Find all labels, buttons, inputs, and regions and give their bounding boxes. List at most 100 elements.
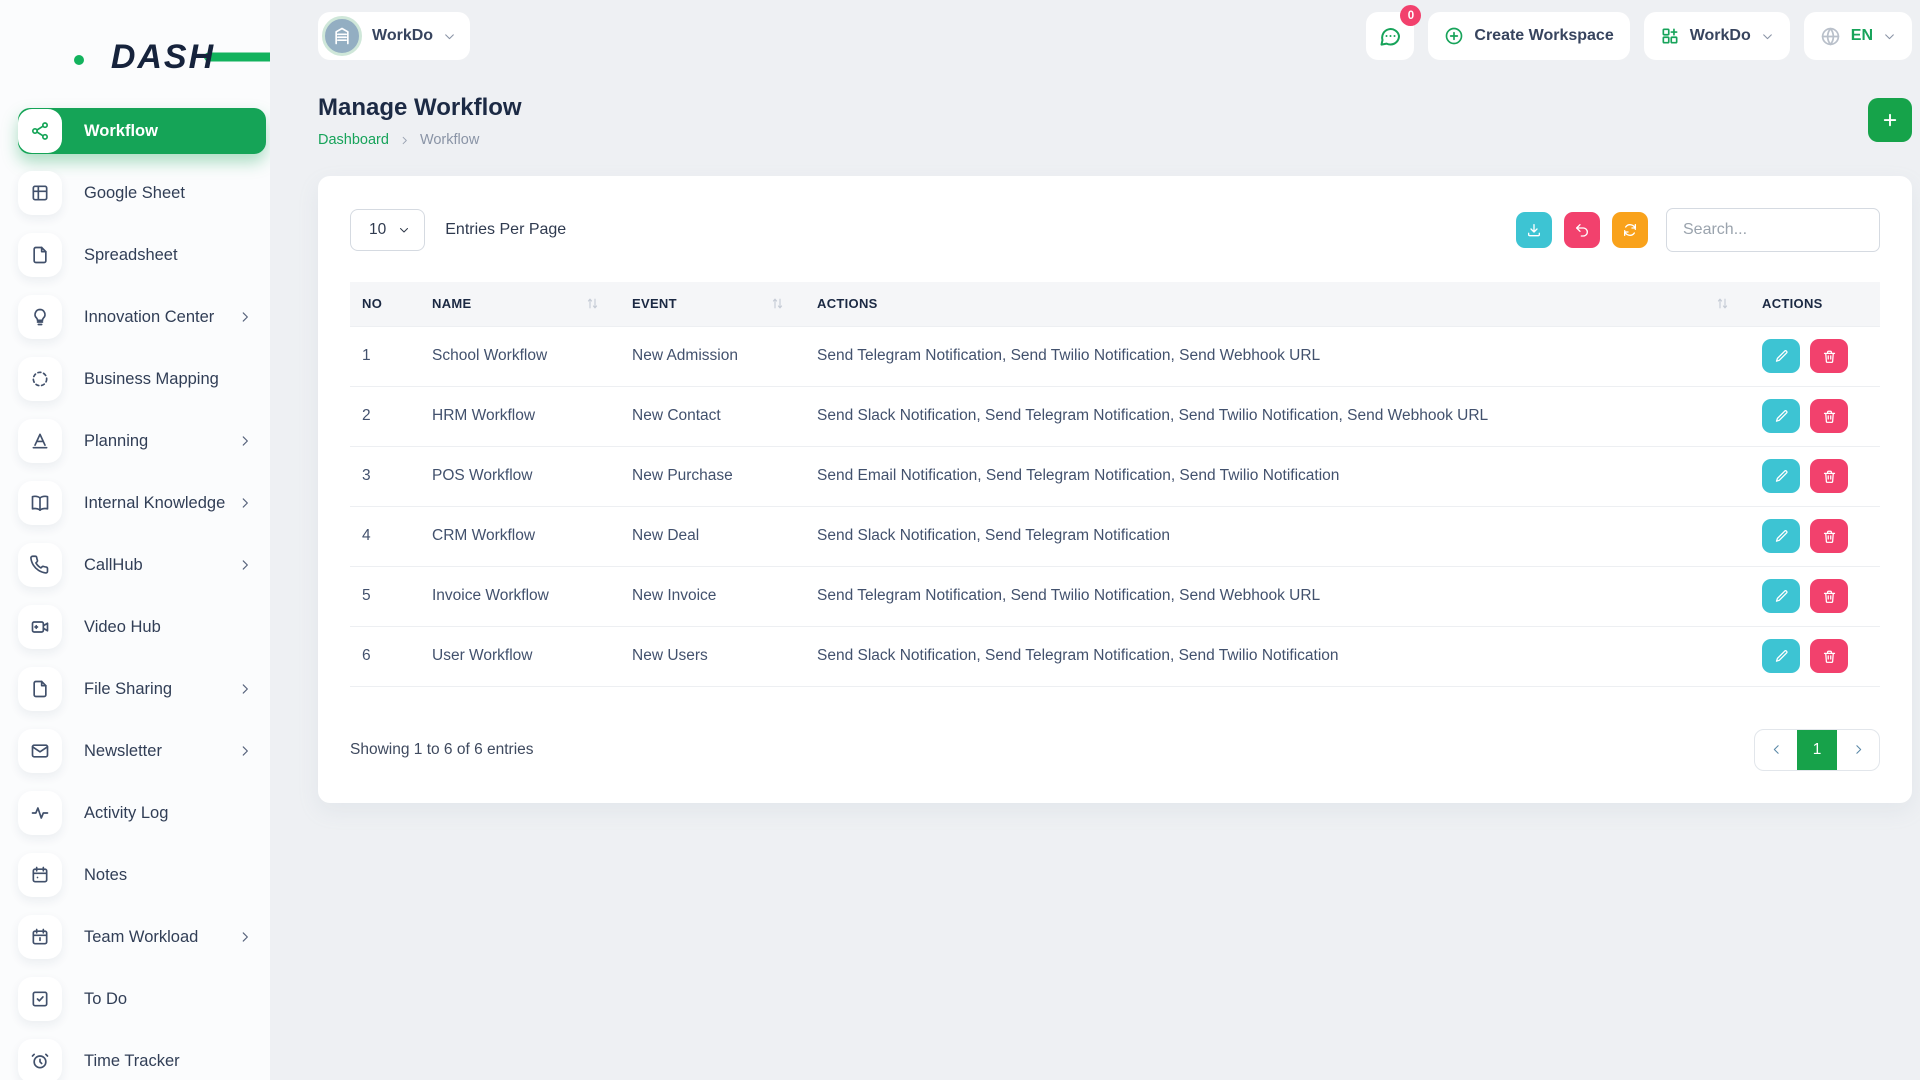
cell-event: New Purchase bbox=[620, 446, 805, 506]
current-page-button[interactable]: 1 bbox=[1797, 730, 1837, 770]
chevron-down-icon bbox=[443, 30, 456, 43]
trash-icon bbox=[1822, 649, 1837, 664]
chevron-right-icon bbox=[238, 744, 252, 758]
cell-actions: Send Slack Notification, Send Telegram N… bbox=[805, 506, 1750, 566]
sidebar-item-team-workload[interactable]: Team Workload bbox=[18, 914, 266, 960]
delete-button[interactable] bbox=[1810, 579, 1848, 613]
logo-accent-dot bbox=[74, 55, 84, 65]
chevron-right-icon bbox=[238, 930, 252, 944]
cell-actions: Send Slack Notification, Send Telegram N… bbox=[805, 386, 1750, 446]
sidebar-item-time-tracker[interactable]: Time Tracker bbox=[18, 1038, 266, 1080]
reload-button[interactable] bbox=[1612, 212, 1648, 248]
column-header-name-1[interactable]: NAME bbox=[420, 282, 620, 326]
sidebar-item-internal-knowledge[interactable]: Internal Knowledge bbox=[18, 480, 266, 526]
delete-button[interactable] bbox=[1810, 459, 1848, 493]
edit-button[interactable] bbox=[1762, 519, 1800, 553]
next-page-button[interactable] bbox=[1837, 730, 1879, 770]
sidebar: DASH Workflow Google Sheet Spreadsheet Inno… bbox=[0, 0, 270, 1080]
sidebar-item-video-hub[interactable]: Video Hub bbox=[18, 604, 266, 650]
sidebar-item-file-sharing[interactable]: File Sharing bbox=[18, 666, 266, 712]
cell-row-buttons bbox=[1750, 386, 1880, 446]
brand-name: DASH bbox=[111, 38, 215, 77]
sidebar-item-spreadsheet[interactable]: Spreadsheet bbox=[18, 232, 266, 278]
topbar-right: 0 Create Workspace WorkDo EN bbox=[1366, 12, 1912, 60]
search-input[interactable] bbox=[1666, 208, 1880, 252]
cell-name: User Workflow bbox=[420, 626, 620, 686]
app-root: DASH Workflow Google Sheet Spreadsheet Inno… bbox=[0, 0, 1920, 1080]
file-icon bbox=[18, 233, 62, 277]
cell-event: New Admission bbox=[620, 326, 805, 386]
entries-summary: Showing 1 to 6 of 6 entries bbox=[350, 741, 534, 759]
sidebar-item-notes[interactable]: Notes bbox=[18, 852, 266, 898]
chevron-right-icon bbox=[238, 496, 252, 510]
pagination: 1 bbox=[1754, 729, 1880, 771]
delete-button[interactable] bbox=[1810, 339, 1848, 373]
edit-button[interactable] bbox=[1762, 579, 1800, 613]
edit-button[interactable] bbox=[1762, 459, 1800, 493]
sidebar-item-workflow[interactable]: Workflow bbox=[18, 108, 266, 154]
grid-plus-icon bbox=[1660, 26, 1680, 46]
toolbar-buttons bbox=[1516, 212, 1648, 248]
sidebar-item-label: Spreadsheet bbox=[84, 246, 178, 265]
sidebar-item-newsletter[interactable]: Newsletter bbox=[18, 728, 266, 774]
edit-button[interactable] bbox=[1762, 639, 1800, 673]
chevron-right-icon bbox=[238, 682, 252, 696]
delete-button[interactable] bbox=[1810, 639, 1848, 673]
delete-button[interactable] bbox=[1810, 399, 1848, 433]
messages-button[interactable]: 0 bbox=[1366, 12, 1414, 60]
globe-icon bbox=[1820, 26, 1841, 47]
cell-name: POS Workflow bbox=[420, 446, 620, 506]
create-workspace-button[interactable]: Create Workspace bbox=[1428, 12, 1629, 60]
chevron-right-icon bbox=[238, 434, 252, 448]
calendar-icon bbox=[18, 853, 62, 897]
app-switcher-button[interactable]: WorkDo bbox=[1644, 12, 1790, 60]
cell-row-buttons bbox=[1750, 506, 1880, 566]
sidebar-item-callhub[interactable]: CallHub bbox=[18, 542, 266, 588]
edit-button[interactable] bbox=[1762, 339, 1800, 373]
sidebar-item-planning[interactable]: Planning bbox=[18, 418, 266, 464]
breadcrumb-dashboard-link[interactable]: Dashboard bbox=[318, 132, 389, 148]
export-button[interactable] bbox=[1516, 212, 1552, 248]
column-header-event-2[interactable]: EVENT bbox=[620, 282, 805, 326]
sidebar-item-business-mapping[interactable]: Business Mapping bbox=[18, 356, 266, 402]
entries-per-page-label: Entries Per Page bbox=[445, 221, 566, 239]
column-header-actions-3[interactable]: ACTIONS bbox=[805, 282, 1750, 326]
column-label: NO bbox=[362, 296, 382, 311]
pencil-icon bbox=[1774, 589, 1789, 604]
sidebar-item-google-sheet[interactable]: Google Sheet bbox=[18, 170, 266, 216]
building-icon bbox=[332, 26, 352, 46]
toolbar-actions bbox=[1516, 208, 1880, 252]
previous-page-button[interactable] bbox=[1755, 730, 1797, 770]
edit-button[interactable] bbox=[1762, 399, 1800, 433]
undo-icon bbox=[1574, 222, 1590, 238]
sidebar-item-label: Business Mapping bbox=[84, 370, 219, 389]
chevron-down-icon bbox=[1761, 30, 1774, 43]
sort-icon[interactable] bbox=[1715, 296, 1738, 311]
table-header: NONAMEEVENTACTIONSACTIONS bbox=[350, 282, 1880, 326]
delete-button[interactable] bbox=[1810, 519, 1848, 553]
sidebar-item-label: Time Tracker bbox=[84, 1052, 180, 1071]
language-selector[interactable]: EN bbox=[1804, 12, 1912, 60]
sidebar-item-to-do[interactable]: To Do bbox=[18, 976, 266, 1022]
phone-icon bbox=[18, 543, 62, 587]
app-switcher-label: WorkDo bbox=[1690, 27, 1751, 45]
trash-icon bbox=[1822, 469, 1837, 484]
page-title: Manage Workflow bbox=[318, 94, 522, 122]
column-label: EVENT bbox=[632, 296, 677, 311]
sidebar-item-label: File Sharing bbox=[84, 680, 172, 699]
plus-circle-icon bbox=[1444, 26, 1464, 46]
sidebar-item-label: Newsletter bbox=[84, 742, 162, 761]
sidebar-item-innovation-center[interactable]: Innovation Center bbox=[18, 294, 266, 340]
sidebar-item-activity-log[interactable]: Activity Log bbox=[18, 790, 266, 836]
sort-icon[interactable] bbox=[770, 296, 793, 311]
sidebar-item-label: Planning bbox=[84, 432, 148, 451]
messages-badge: 0 bbox=[1400, 5, 1421, 26]
cell-name: CRM Workflow bbox=[420, 506, 620, 566]
sort-icon[interactable] bbox=[585, 296, 608, 311]
entries-per-page-select[interactable]: 10 bbox=[350, 209, 425, 251]
pencil-icon bbox=[1774, 349, 1789, 364]
reset-button[interactable] bbox=[1564, 212, 1600, 248]
workspace-selector[interactable]: WorkDo bbox=[318, 12, 470, 60]
create-workflow-button[interactable] bbox=[1868, 98, 1912, 142]
chevron-right-icon bbox=[399, 135, 410, 146]
